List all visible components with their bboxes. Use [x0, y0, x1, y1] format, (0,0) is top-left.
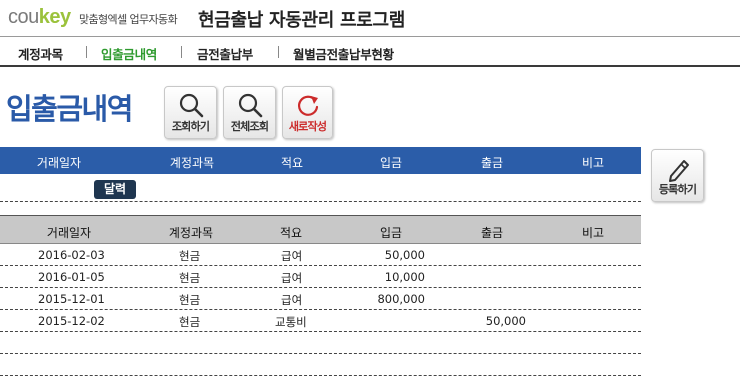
logo-tagline: 맞춤형엑셀 업무자동화 — [79, 13, 178, 26]
page-title: 입출금내역 — [6, 92, 133, 126]
tab-separator — [278, 46, 279, 58]
cell-account: 현금 — [179, 293, 201, 307]
tab-accounts[interactable]: 계정과목 — [18, 44, 63, 63]
cell-account: 현금 — [179, 249, 201, 263]
table-row[interactable] — [0, 354, 641, 376]
search-all-button-label: 전체조회 — [230, 120, 269, 133]
list-col-deposit: 입금 — [379, 226, 403, 240]
list-col-desc: 적요 — [279, 226, 303, 240]
app-header: coukey 맞춤형엑셀 업무자동화 현금출납 자동관리 프로그램 — [0, 0, 740, 37]
magnifier-icon — [179, 93, 203, 118]
cell-date: 2015-12-02 — [38, 314, 105, 328]
tab-transactions[interactable]: 입출금내역 — [101, 44, 157, 63]
cell-desc: 급여 — [281, 249, 303, 263]
list-col-withdraw: 출금 — [480, 226, 504, 240]
search-button[interactable]: 조회하기 — [164, 86, 217, 139]
cell-account: 현금 — [179, 271, 201, 285]
cell-deposit: 10,000 — [384, 270, 425, 284]
table-row[interactable]: 2015-12-01 현금 급여 800,000 — [0, 288, 641, 310]
input-col-note: 비고 — [581, 156, 605, 170]
cell-date: 2015-12-01 — [38, 292, 105, 306]
cell-date: 2016-01-05 — [38, 270, 105, 284]
input-col-desc: 적요 — [280, 156, 304, 170]
table-row[interactable]: 2016-02-03 현금 급여 50,000 — [0, 244, 641, 266]
table-row[interactable] — [0, 332, 641, 354]
tab-cashbook[interactable]: 금전출납부 — [197, 44, 253, 63]
cell-date: 2016-02-03 — [38, 248, 105, 262]
input-col-deposit: 입금 — [379, 156, 403, 170]
app-title: 현금출납 자동관리 프로그램 — [198, 10, 406, 31]
input-form-header: 거래일자 계정과목 적요 입금 출금 비고 — [0, 147, 641, 174]
list-header: 거래일자 계정과목 적요 입금 출금 비고 — [0, 215, 641, 244]
main-tabs: 계정과목 입출금내역 금전출납부 월별금전출납부현황 — [0, 38, 740, 67]
register-button[interactable]: 등록하기 — [651, 149, 704, 202]
tab-separator — [86, 46, 87, 58]
input-col-date: 거래일자 — [36, 156, 82, 170]
cell-desc: 교통비 — [275, 315, 307, 329]
list-col-date: 거래일자 — [46, 226, 92, 240]
cell-withdraw: 50,000 — [485, 314, 526, 328]
logo-text-cou: cou — [8, 6, 39, 28]
table-row[interactable]: 2016-01-05 현금 급여 10,000 — [0, 266, 641, 288]
magnifier-icon — [238, 93, 262, 118]
tab-monthly-status[interactable]: 월별금전출납부현황 — [293, 44, 394, 63]
list-col-account: 계정과목 — [168, 226, 214, 240]
logo-text-key: key — [38, 6, 71, 28]
input-form-row[interactable]: 달력 — [0, 174, 641, 202]
cell-deposit: 50,000 — [384, 248, 425, 262]
input-col-account: 계정과목 — [169, 156, 215, 170]
cell-desc: 급여 — [281, 271, 303, 285]
tab-separator — [181, 46, 182, 58]
list-col-note: 비고 — [581, 226, 605, 240]
refresh-icon — [297, 95, 318, 116]
coukey-logo: coukey — [8, 6, 71, 29]
search-button-label: 조회하기 — [171, 120, 210, 133]
cell-desc: 급여 — [281, 293, 303, 307]
search-all-button[interactable]: 전체조회 — [223, 86, 276, 139]
input-col-withdraw: 출금 — [480, 156, 504, 170]
new-entry-button[interactable]: 새로작성 — [282, 86, 333, 139]
calendar-button[interactable]: 달력 — [94, 180, 136, 199]
cell-deposit: 800,000 — [377, 292, 425, 306]
table-row[interactable]: 2015-12-02 현금 교통비 50,000 — [0, 310, 641, 332]
new-entry-button-label: 새로작성 — [288, 120, 327, 133]
register-button-label: 등록하기 — [658, 183, 697, 196]
pencil-icon — [668, 160, 689, 182]
cell-account: 현금 — [179, 315, 201, 329]
